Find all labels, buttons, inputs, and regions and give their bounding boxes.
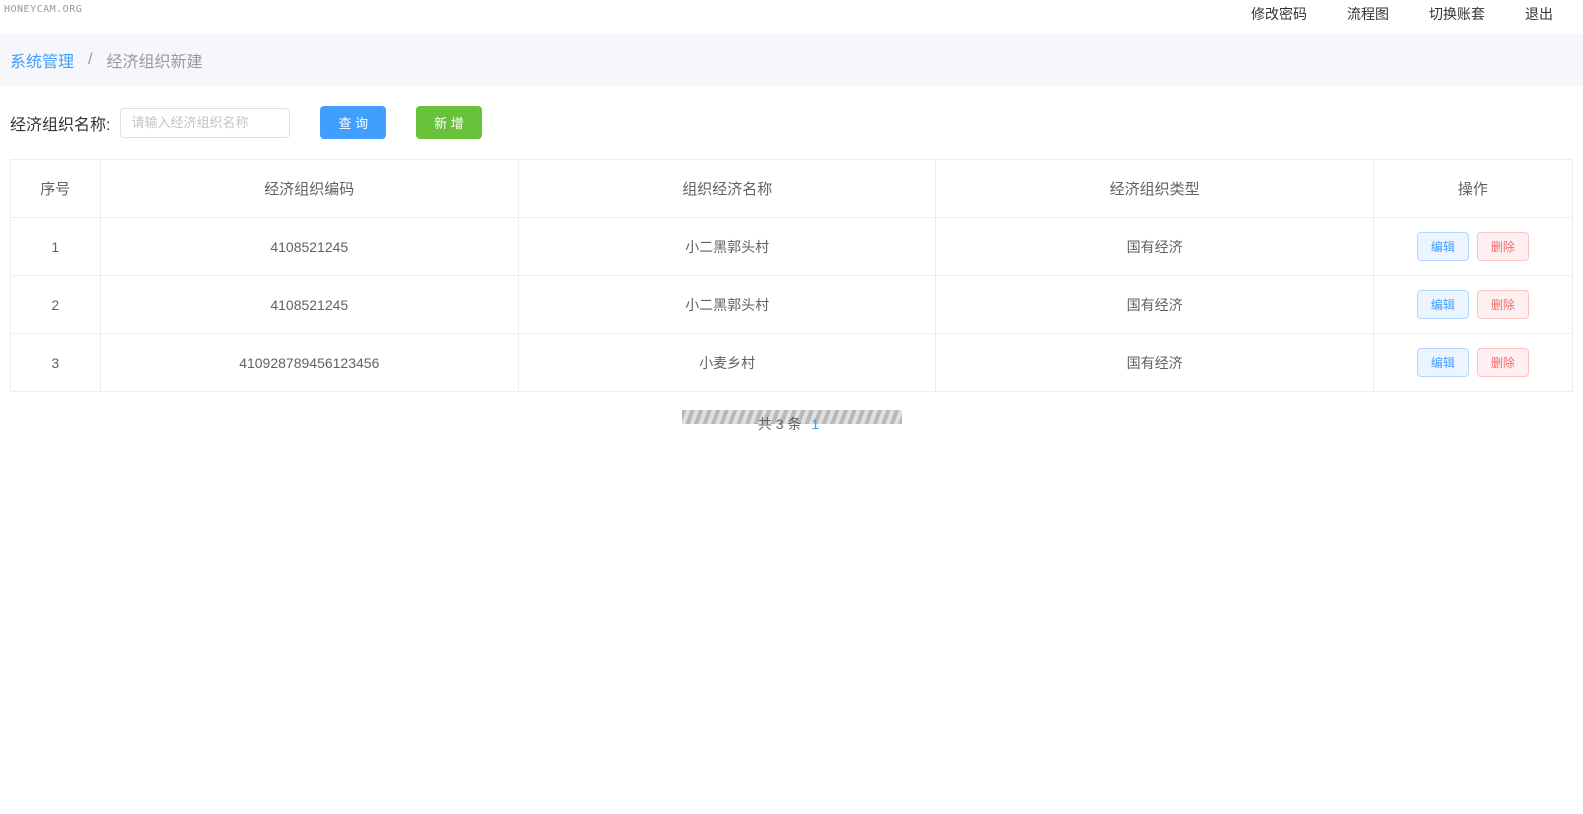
delete-button[interactable]: 删除 <box>1477 348 1529 377</box>
cell-code: 4108521245 <box>100 218 518 276</box>
table-row: 14108521245小二黑郭头村国有经济编辑删除 <box>11 218 1573 276</box>
cell-name: 小二黑郭头村 <box>518 218 936 276</box>
search-label: 经济组织名称: <box>10 111 110 135</box>
breadcrumb-current: 经济组织新建 <box>106 48 202 72</box>
cell-name: 小二黑郭头村 <box>518 276 936 334</box>
table-row: 24108521245小二黑郭头村国有经济编辑删除 <box>11 276 1573 334</box>
cell-index: 1 <box>11 218 101 276</box>
delete-button[interactable]: 删除 <box>1477 232 1529 261</box>
th-index: 序号 <box>11 160 101 218</box>
nav-flowchart[interactable]: 流程图 <box>1347 4 1389 24</box>
nav-logout[interactable]: 退出 <box>1525 4 1553 24</box>
pager-count: 3 <box>776 416 784 432</box>
table-row: 3410928789456123456小麦乡村国有经济编辑删除 <box>11 334 1573 392</box>
cell-type: 国有经济 <box>936 334 1373 392</box>
top-nav: 修改密码 流程图 切换账套 退出 <box>0 0 1583 34</box>
pagination: 共 3 条 1 <box>0 392 1583 456</box>
th-name: 组织经济名称 <box>518 160 936 218</box>
pager-page-number[interactable]: 1 <box>811 416 819 432</box>
nav-change-password[interactable]: 修改密码 <box>1251 4 1307 24</box>
add-button[interactable]: 新 增 <box>416 106 482 139</box>
cell-action: 编辑删除 <box>1373 218 1572 276</box>
watermark-text: HONEYCAM.ORG <box>4 4 82 15</box>
cell-code: 410928789456123456 <box>100 334 518 392</box>
nav-switch-account[interactable]: 切换账套 <box>1429 4 1485 24</box>
cell-name: 小麦乡村 <box>518 334 936 392</box>
breadcrumb-root[interactable]: 系统管理 <box>10 48 74 72</box>
breadcrumb: 系统管理 / 经济组织新建 <box>0 34 1583 86</box>
org-name-input[interactable] <box>120 108 290 138</box>
query-button[interactable]: 查 询 <box>320 106 386 139</box>
breadcrumb-sep: / <box>88 51 92 69</box>
edit-button[interactable]: 编辑 <box>1417 348 1469 377</box>
cell-index: 3 <box>11 334 101 392</box>
cell-action: 编辑删除 <box>1373 276 1572 334</box>
cell-index: 2 <box>11 276 101 334</box>
cell-type: 国有经济 <box>936 276 1373 334</box>
cell-type: 国有经济 <box>936 218 1373 276</box>
th-type: 经济组织类型 <box>936 160 1373 218</box>
search-bar: 经济组织名称: 查 询 新 增 <box>0 86 1583 159</box>
table-header-row: 序号 经济组织编码 组织经济名称 经济组织类型 操作 <box>11 160 1573 218</box>
cell-code: 4108521245 <box>100 276 518 334</box>
cell-action: 编辑删除 <box>1373 334 1572 392</box>
edit-button[interactable]: 编辑 <box>1417 232 1469 261</box>
delete-button[interactable]: 删除 <box>1477 290 1529 319</box>
edit-button[interactable]: 编辑 <box>1417 290 1469 319</box>
th-code: 经济组织编码 <box>100 160 518 218</box>
pager-suffix: 条 <box>787 416 801 432</box>
th-action: 操作 <box>1373 160 1572 218</box>
pager-prefix: 共 <box>758 416 772 432</box>
org-table: 序号 经济组织编码 组织经济名称 经济组织类型 操作 14108521245小二… <box>10 159 1573 392</box>
